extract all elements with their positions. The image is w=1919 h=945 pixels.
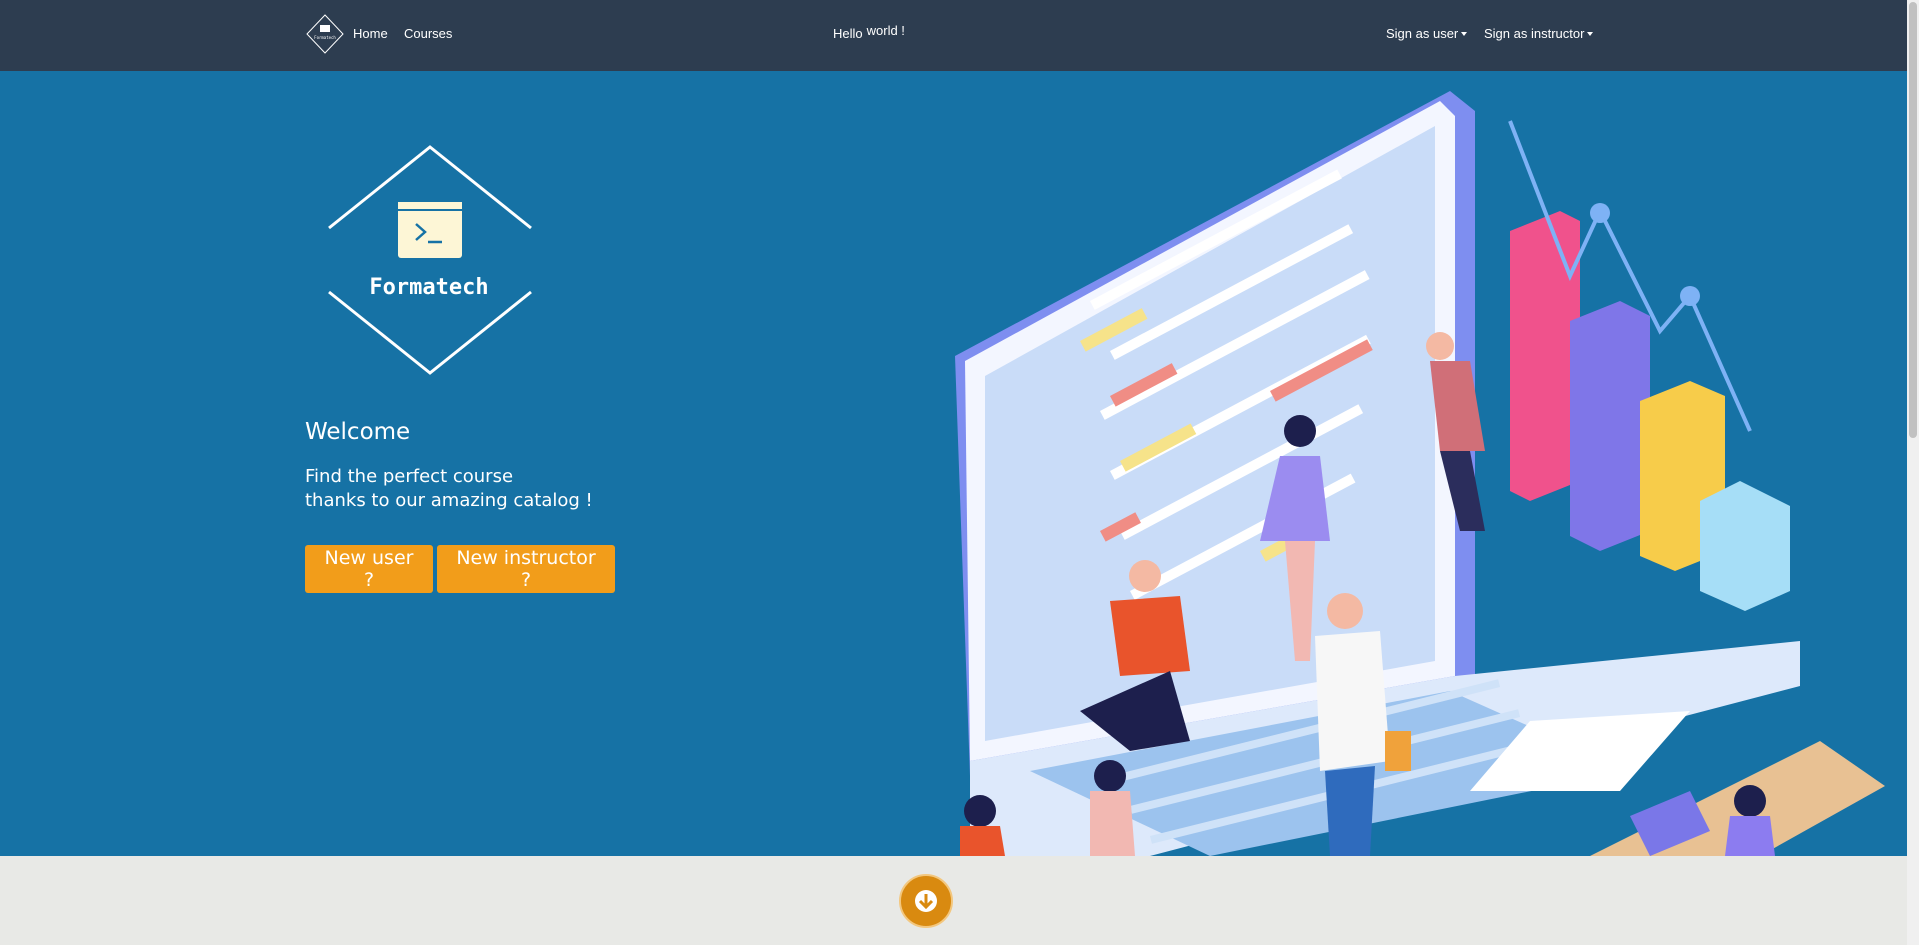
sign-as-user-dropdown[interactable]: Sign as user bbox=[1386, 26, 1468, 41]
caret-down-icon bbox=[1461, 32, 1468, 36]
svg-text:Formatech: Formatech bbox=[314, 35, 336, 40]
page-scrollbar[interactable] bbox=[1907, 0, 1919, 945]
navbar: Formatech Home Courses Hello world ! Sign… bbox=[0, 0, 1907, 71]
nav-courses-link[interactable]: Courses bbox=[404, 26, 452, 41]
welcome-heading: Welcome bbox=[305, 419, 411, 445]
scroll-down-button[interactable] bbox=[899, 874, 953, 928]
svg-text:Formatech: Formatech bbox=[369, 275, 488, 300]
tagline-line-1: Find the perfect course bbox=[305, 466, 514, 487]
nav-logo-icon[interactable]: Formatech bbox=[305, 14, 345, 54]
nav-home-link[interactable]: Home bbox=[353, 26, 388, 41]
tagline: Find the perfect course thanks to our am… bbox=[305, 465, 593, 513]
new-user-button[interactable]: New user ? bbox=[305, 545, 433, 593]
sign-as-instructor-dropdown[interactable]: Sign as instructor bbox=[1484, 26, 1594, 41]
laptop-illustration bbox=[955, 91, 1885, 856]
hero-section: Formatech Welcome Find the perfect cours… bbox=[0, 71, 1907, 856]
caret-down-icon bbox=[1587, 32, 1594, 36]
sign-as-user-label: Sign as user bbox=[1386, 26, 1459, 41]
scrollbar-thumb[interactable] bbox=[1909, 2, 1917, 438]
arrow-down-icon bbox=[915, 890, 937, 912]
tagline-line-2: thanks to our amazing catalog ! bbox=[305, 490, 593, 511]
sign-as-instructor-label: Sign as instructor bbox=[1484, 26, 1585, 41]
hello-text: Hello bbox=[833, 26, 863, 41]
hello-name-text: world ! bbox=[866, 23, 905, 38]
formatech-logo: Formatech bbox=[328, 145, 532, 375]
new-instructor-button[interactable]: New instructor ? bbox=[437, 545, 615, 593]
hello-message: Hello world ! bbox=[833, 23, 905, 41]
